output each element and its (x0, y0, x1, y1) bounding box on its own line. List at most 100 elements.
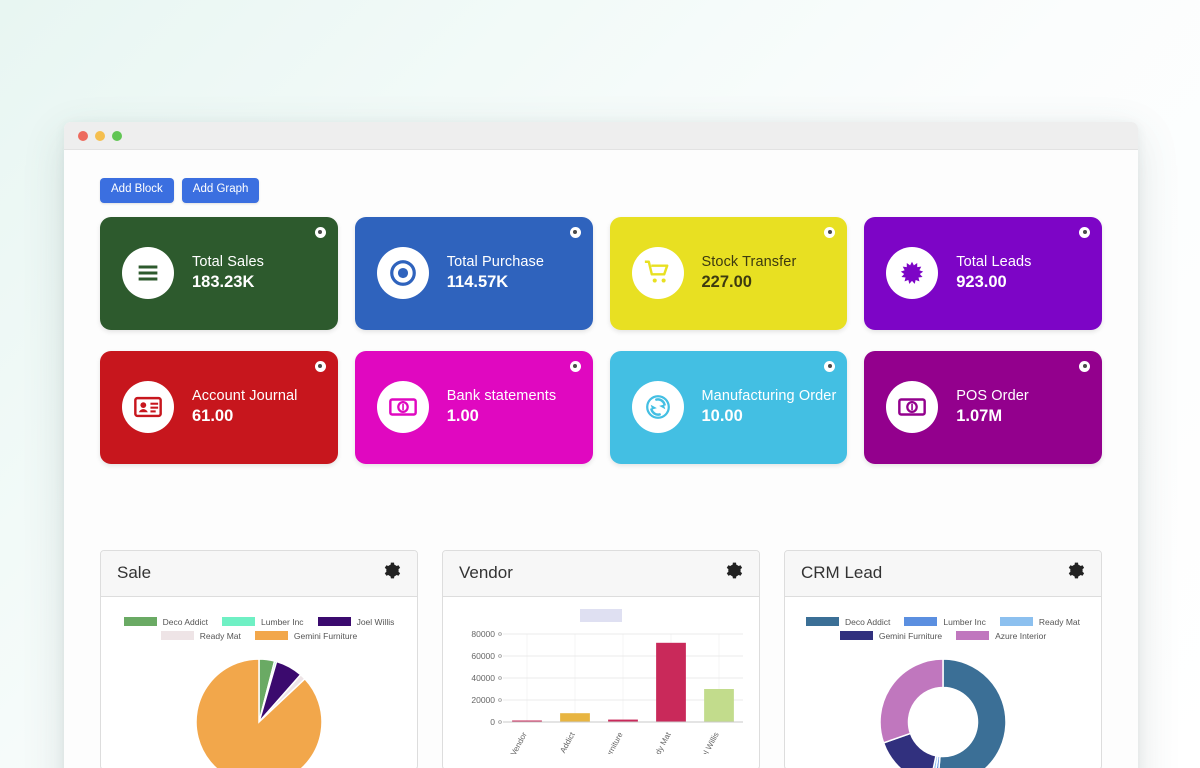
legend-item[interactable]: Ready Mat (999, 616, 1080, 627)
card-settings-icon[interactable] (824, 226, 836, 238)
y-axis-tick-label: 40000 (471, 673, 495, 683)
bar-chart-vendor[interactable]: 0 20000 40000 60000 80000 Vendor Deco Addict Ge… (447, 626, 755, 754)
kpi-card-value: 10.00 (701, 406, 743, 425)
maximize-window-button[interactable] (112, 130, 122, 141)
kpi-card-total-leads[interactable]: Total Leads 923.00 (864, 216, 1102, 330)
legend-label: Azure Interior (995, 630, 1047, 641)
panel-sale-title: Sale (117, 563, 152, 582)
donut-chart-crm-lead[interactable] (795, 647, 1091, 768)
window-titlebar (64, 122, 1138, 150)
kpi-card-label: Total Leads (956, 254, 1032, 271)
legend-item[interactable]: Gemini Furniture (839, 630, 943, 641)
axis-tick-marker (498, 675, 502, 680)
card-settings-icon[interactable] (1079, 226, 1090, 238)
panel-sale-header: Sale (101, 550, 417, 597)
gear-icon[interactable] (382, 561, 401, 585)
dashboard-toolbar: Add Block Add Graph (86, 150, 1116, 217)
panel-vendor-title: Vendor (459, 563, 513, 582)
panel-crm-lead-title: CRM Lead (801, 563, 883, 582)
kpi-card-total-sales[interactable]: Total Sales 183.23K (100, 216, 338, 330)
axis-tick-marker (498, 719, 502, 724)
x-axis-tick-label: Vendor (509, 730, 529, 754)
legend-item[interactable]: Deco Addict (805, 617, 890, 627)
legend-swatch (839, 631, 873, 640)
legend-label: Lumber Inc (943, 616, 986, 627)
add-block-button[interactable]: Add Block (100, 178, 174, 203)
legend-swatch (580, 608, 622, 622)
bar[interactable] (560, 712, 590, 722)
panel-sale-body: Deco Addict Lumber Inc Joel Willis Ready Ma… (101, 597, 417, 768)
kpi-card-pos-order[interactable]: POS Order 1.07M (864, 350, 1102, 464)
axis-tick-marker (498, 653, 502, 658)
legend-item[interactable]: Joel Willis (317, 616, 395, 627)
legend-label: Gemini Furniture (878, 630, 943, 641)
y-axis-tick-label: 60000 (471, 651, 495, 661)
panel-crm-lead-header: CRM Lead (785, 550, 1101, 597)
card-settings-icon[interactable] (314, 360, 326, 372)
kpi-card-bank-statements[interactable]: Bank statements 1.00 (354, 350, 593, 464)
kpi-card-value: 1.00 (446, 406, 479, 425)
kpi-card-label: Account Journal (192, 388, 298, 405)
kpi-card-total-purchase[interactable]: Total Purchase 114.57K (354, 216, 593, 330)
bar[interactable] (704, 688, 734, 722)
card-settings-icon[interactable] (569, 226, 581, 238)
legend-item[interactable] (580, 608, 622, 622)
legend-item[interactable]: Lumber Inc (222, 617, 304, 627)
minimize-window-button[interactable] (95, 130, 105, 141)
gear-star-icon (886, 247, 939, 299)
kpi-card-manufacturing-order[interactable]: Manufacturing Order 10.00 (609, 350, 848, 464)
banknote-icon (886, 381, 939, 433)
panel-vendor-body: 0 20000 40000 60000 80000 Vendor Deco Addict Ge… (443, 597, 759, 768)
menu-lines-icon (122, 247, 174, 299)
kpi-card-value: 114.57K (446, 272, 509, 291)
gear-icon[interactable] (724, 561, 743, 585)
kpi-card-value: 227.00 (701, 272, 752, 291)
kpi-card-account-journal[interactable]: Account Journal 61.00 (100, 350, 338, 464)
panel-crm-lead-body: Deco Addict Lumber Inc Ready Mat Gemini Fur… (785, 597, 1101, 768)
banknote-icon (376, 381, 429, 433)
close-window-button[interactable] (78, 130, 88, 141)
y-axis-tick-label: 0 (490, 717, 495, 727)
legend-item[interactable]: Lumber Inc (904, 617, 986, 627)
legend-swatch (904, 617, 938, 626)
x-axis-tick-label: Deco Addict (549, 730, 577, 754)
chart-legend-vendor (447, 603, 755, 624)
add-graph-button[interactable]: Add Graph (181, 178, 260, 203)
chart-panel-row: Sale Deco Addict Lumber Inc Joel Willis Rea… (86, 549, 1116, 768)
legend-swatch (160, 631, 194, 640)
legend-item[interactable]: Azure Interior (956, 631, 1046, 641)
kpi-card-row-top: Total Sales 183.23K Total Purchase 114.57K S… (86, 216, 1116, 330)
card-settings-icon[interactable] (824, 360, 836, 372)
legend-swatch (805, 617, 839, 626)
browser-window: Add Block Add Graph Total Sales 183.23K To… (64, 122, 1138, 768)
card-settings-icon[interactable] (1079, 360, 1090, 372)
legend-label: Lumber Inc (261, 616, 304, 627)
panel-sale: Sale Deco Addict Lumber Inc Joel Willis Rea… (100, 549, 418, 768)
pie-slice[interactable] (879, 657, 944, 744)
bar[interactable] (656, 642, 686, 722)
kpi-card-label: Manufacturing Order (701, 388, 837, 405)
chart-legend-sale: Deco Addict Lumber Inc Joel Willis Ready Ma… (111, 609, 407, 645)
pie-chart-sale[interactable] (111, 647, 407, 768)
legend-label: Joel Willis (356, 616, 395, 627)
id-card-icon (122, 381, 174, 433)
legend-label: Ready Mat (199, 630, 241, 641)
kpi-card-value: 923.00 (956, 272, 1007, 291)
pie-slice[interactable] (195, 657, 323, 768)
card-settings-icon[interactable] (569, 360, 581, 372)
legend-item[interactable]: Deco Addict (123, 617, 208, 627)
kpi-card-stock-transfer[interactable]: Stock Transfer 227.00 (609, 216, 848, 330)
card-settings-icon[interactable] (314, 226, 326, 238)
kpi-card-label: Total Sales (192, 254, 265, 271)
pie-slice[interactable] (937, 657, 1007, 768)
legend-item[interactable]: Gemini Furniture (254, 631, 357, 641)
legend-swatch (317, 617, 351, 626)
gear-icon[interactable] (1066, 561, 1085, 585)
kpi-card-row-bottom: Account Journal 61.00 Bank statements 1.00 M… (86, 350, 1116, 464)
recycle-icon (631, 381, 684, 433)
legend-item[interactable]: Ready Mat (160, 630, 241, 641)
legend-label: Ready Mat (1038, 616, 1080, 627)
axis-tick-marker (498, 697, 502, 702)
legend-swatch (999, 617, 1033, 626)
y-axis-tick-label: 20000 (471, 695, 495, 705)
